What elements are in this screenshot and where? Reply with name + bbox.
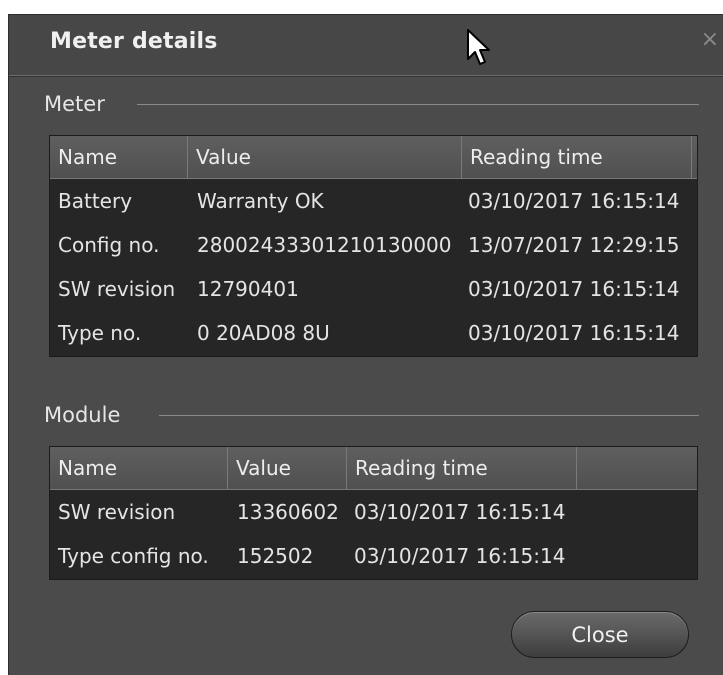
meter-row-time: 03/10/2017 16:15:14 (468, 321, 680, 345)
meter-group-label: Meter (44, 92, 105, 116)
module-group-label: Module (44, 403, 121, 427)
module-col-name[interactable]: Name (50, 447, 228, 489)
module-col-value[interactable]: Value (228, 447, 347, 489)
dialog-title: Meter details (50, 29, 218, 54)
meter-table: Name Value Reading time Battery Warranty… (49, 135, 698, 357)
module-row-name: SW revision (58, 500, 176, 524)
meter-row-name: Config no. (58, 233, 160, 257)
module-row-value: 152502 (237, 544, 314, 568)
meter-row-name: Type no. (58, 321, 142, 345)
module-col-reading-time[interactable]: Reading time (347, 447, 577, 489)
meter-row-value: Warranty OK (197, 189, 324, 213)
meter-col-value[interactable]: Value (188, 136, 462, 178)
module-row-time: 03/10/2017 16:15:14 (354, 500, 566, 524)
mouse-cursor-icon (467, 29, 490, 65)
meter-group-divider (137, 104, 699, 105)
meter-row-name: SW revision (58, 277, 176, 301)
meter-table-header: Name Value Reading time (50, 136, 697, 179)
meter-row-name: Battery (58, 189, 133, 213)
module-row-value: 13360602 (237, 500, 339, 524)
module-col-filler (577, 447, 697, 489)
meter-col-name[interactable]: Name (50, 136, 188, 178)
meter-row-time: 03/10/2017 16:15:14 (468, 189, 680, 213)
module-row-name: Type config no. (58, 544, 209, 568)
meter-row-time: 13/07/2017 12:29:15 (468, 233, 680, 257)
module-group-divider (159, 415, 699, 416)
module-row-time: 03/10/2017 16:15:14 (354, 544, 566, 568)
meter-row-time: 03/10/2017 16:15:14 (468, 277, 680, 301)
close-button[interactable]: Close (511, 611, 689, 658)
meter-col-reading-time[interactable]: Reading time (462, 136, 692, 178)
module-table-header: Name Value Reading time (50, 447, 697, 490)
close-icon[interactable]: × (701, 29, 719, 51)
meter-row-value: 12790401 (197, 277, 299, 301)
meter-row-value: 28002433301210130000 (197, 233, 452, 257)
dialog-title-bar[interactable]: Meter details × (9, 15, 723, 76)
module-table: Name Value Reading time SW revision 1336… (49, 446, 698, 580)
meter-row-value: 0 20AD08 8U (197, 321, 330, 345)
meter-details-dialog: Meter details × Meter Name Value Reading… (8, 14, 723, 675)
